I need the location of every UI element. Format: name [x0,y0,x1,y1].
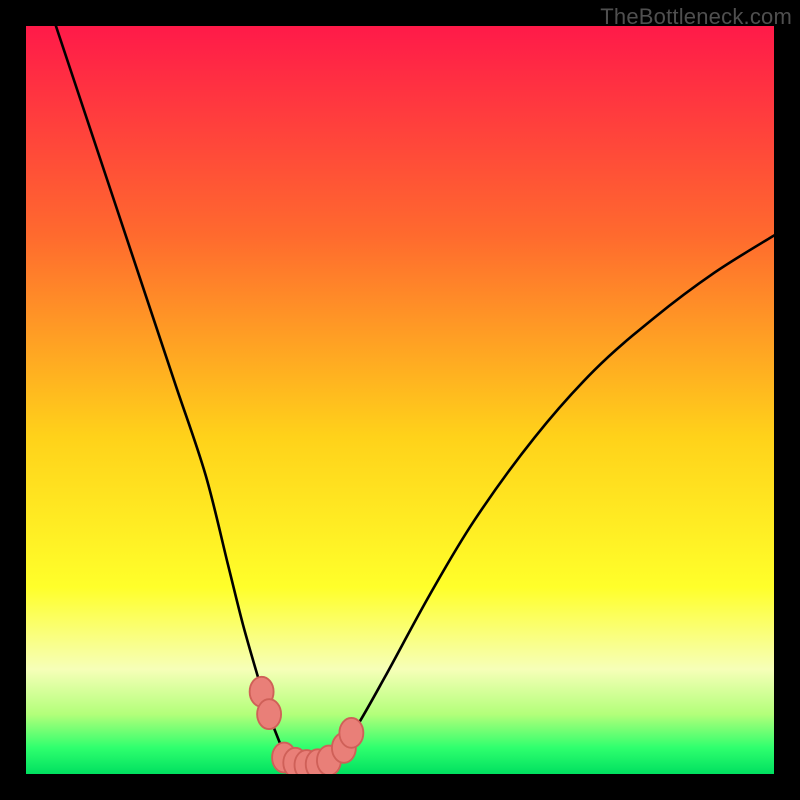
plot-area [26,26,774,774]
chart-svg [26,26,774,774]
valley-marker-group [250,677,364,774]
valley-marker [339,718,363,748]
bottleneck-curve [56,26,774,767]
valley-marker [257,699,281,729]
watermark-text: TheBottleneck.com [600,4,792,30]
outer-black-frame: TheBottleneck.com [0,0,800,800]
